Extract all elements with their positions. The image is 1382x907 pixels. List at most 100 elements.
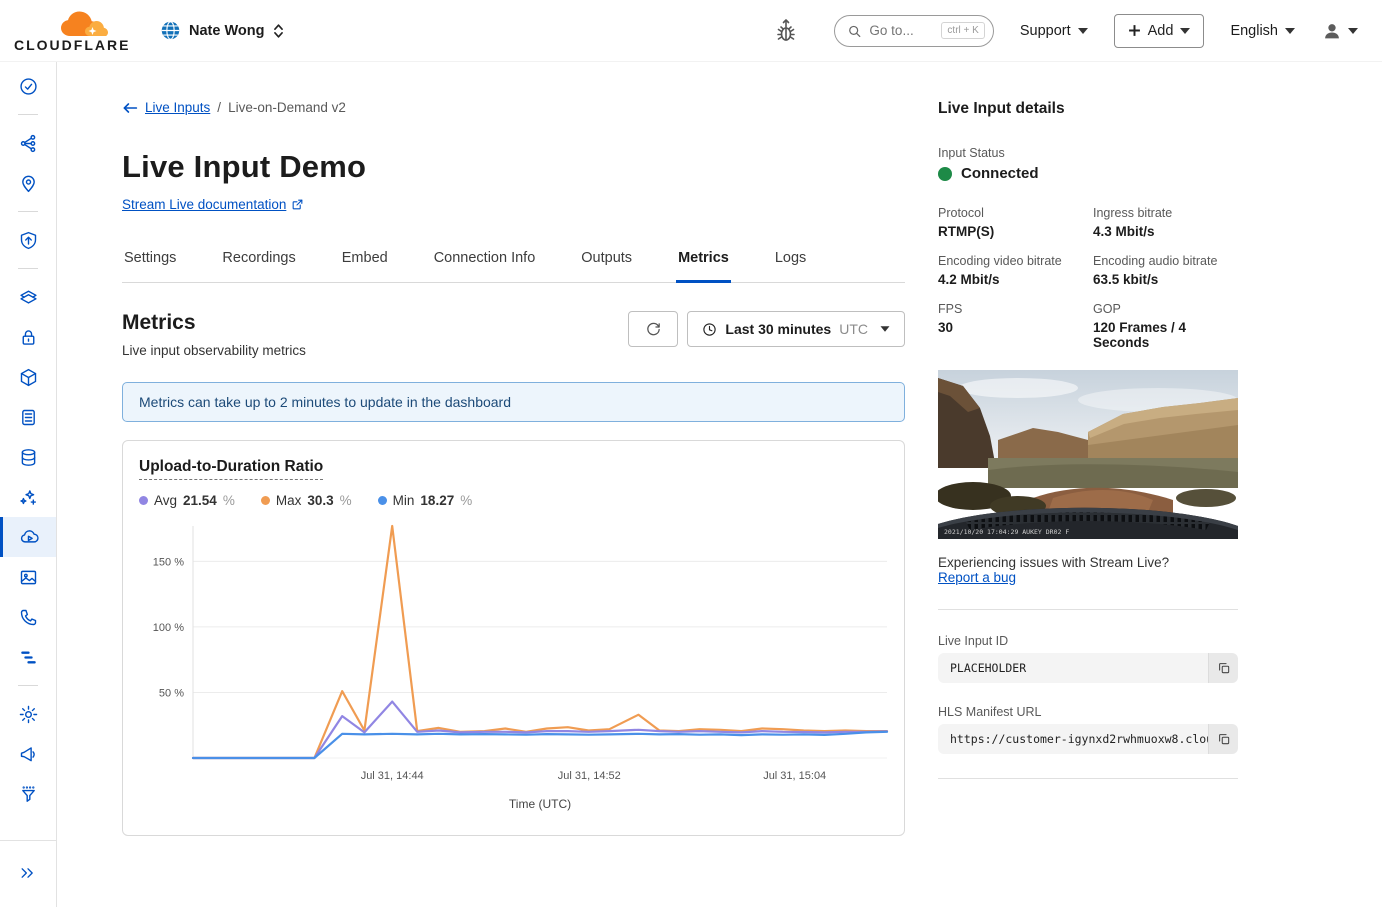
stream-icon: [19, 527, 40, 548]
back-arrow-icon[interactable]: [122, 101, 138, 115]
sidebar-item-tasks[interactable]: [0, 637, 56, 677]
sidebar-item-layers[interactable]: [0, 277, 56, 317]
sidebar-item-megaphone[interactable]: [0, 734, 56, 774]
report-a-bug-link[interactable]: Report a bug: [938, 570, 1016, 585]
tab-connection-info[interactable]: Connection Info: [432, 240, 538, 282]
live-input-id-value: PLACEHOLDER: [938, 653, 1208, 683]
tab-recordings[interactable]: Recordings: [220, 240, 297, 282]
network-icon: [18, 133, 39, 154]
field-label: Encoding video bitrate: [938, 254, 1083, 268]
tab-outputs[interactable]: Outputs: [579, 240, 634, 282]
tab-embed[interactable]: Embed: [340, 240, 390, 282]
chevron-down-icon: [1285, 28, 1295, 34]
sidebar-item-history[interactable]: [0, 66, 56, 106]
sidebar-item-stream[interactable]: [0, 517, 56, 557]
field-label: GOP: [1093, 302, 1238, 316]
detail-field-gop: GOP120 Frames / 4 Seconds: [1093, 302, 1238, 350]
breadcrumb-live-inputs-link[interactable]: Live Inputs: [145, 100, 210, 115]
funnel-icon: [18, 784, 39, 805]
field-label: Ingress bitrate: [1093, 206, 1238, 220]
language-menu[interactable]: English: [1230, 23, 1295, 39]
field-value: 63.5 kbit/s: [1093, 272, 1238, 287]
legend-item-max[interactable]: Max 30.3 %: [261, 493, 352, 508]
timezone-label: UTC: [839, 321, 868, 337]
package-icon: [18, 367, 39, 388]
svg-text:Time (UTC): Time (UTC): [509, 797, 571, 811]
copy-hls-url-button[interactable]: [1208, 724, 1238, 754]
info-banner: Metrics can take up to 2 minutes to upda…: [122, 382, 905, 422]
tab-logs[interactable]: Logs: [773, 240, 808, 282]
copy-icon: [1217, 661, 1231, 675]
time-range-selector[interactable]: Last 30 minutes UTC: [687, 311, 905, 347]
sidebar-collapse-button[interactable]: [0, 853, 56, 893]
tab-metrics[interactable]: Metrics: [676, 240, 731, 283]
detail-grid: ProtocolRTMP(S)Ingress bitrate4.3 Mbit/s…: [938, 206, 1238, 350]
global-search[interactable]: ctrl + K: [834, 15, 994, 47]
sidebar-item-lock[interactable]: [0, 317, 56, 357]
tasks-icon: [18, 647, 39, 668]
cloudflare-logo[interactable]: CLOUDFLARE: [14, 10, 132, 52]
divider: [938, 609, 1238, 610]
legend-item-min[interactable]: Min 18.27 %: [378, 493, 473, 508]
shield-arrow-icon: [18, 230, 39, 251]
field-value: 4.3 Mbit/s: [1093, 224, 1238, 239]
support-label: Support: [1020, 23, 1071, 39]
sidebar-item-network[interactable]: [0, 123, 56, 163]
search-icon: [847, 23, 862, 39]
user-avatar-icon: [1321, 20, 1343, 42]
chevron-down-icon: [1348, 28, 1358, 34]
detail-field-ingress-bitrate: Ingress bitrate 4.3 Mbit/s: [1093, 206, 1238, 239]
layers-icon: [18, 287, 39, 308]
account-switcher[interactable]: Nate Wong: [160, 20, 285, 41]
hls-manifest-url-value: https://customer-igynxd2rwhmuoxw8.cloudf: [938, 724, 1208, 754]
sidebar-item-database[interactable]: [0, 437, 56, 477]
add-button[interactable]: Add: [1114, 14, 1205, 48]
refresh-icon: [645, 321, 662, 338]
svg-text:Jul 31, 14:52: Jul 31, 14:52: [558, 770, 621, 782]
svg-text:150 %: 150 %: [153, 556, 184, 568]
metrics-heading: Metrics: [122, 311, 306, 335]
sidebar-divider: [18, 685, 38, 686]
external-link-icon: [291, 198, 304, 211]
legend-series-name: Avg: [154, 493, 177, 508]
chart-card: Upload-to-Duration Ratio Avg 21.54 %Max …: [122, 440, 905, 836]
hls-manifest-url-label: HLS Manifest URL: [938, 705, 1238, 719]
input-status-label: Input Status: [938, 146, 1238, 160]
report-bug-button[interactable]: [774, 18, 798, 44]
sidebar-item-package[interactable]: [0, 357, 56, 397]
support-menu[interactable]: Support: [1020, 23, 1088, 39]
ai-sparkles-icon: [18, 487, 39, 508]
legend-series-unit: %: [340, 493, 352, 508]
sidebar-item-funnel[interactable]: [0, 774, 56, 814]
status-badge: Connected: [961, 165, 1039, 182]
stream-documentation-link[interactable]: Stream Live documentation: [122, 197, 304, 212]
hls-manifest-url-field: https://customer-igynxd2rwhmuoxw8.cloudf: [938, 724, 1238, 754]
search-input[interactable]: [869, 23, 933, 38]
chart-legend: Avg 21.54 % Max 30.3 % Min 18.27 %: [139, 493, 888, 508]
sidebar-item-ai-sparkles[interactable]: [0, 477, 56, 517]
svg-text:Jul 31, 15:04: Jul 31, 15:04: [763, 770, 826, 782]
live-input-id-field: PLACEHOLDER: [938, 653, 1238, 683]
sidebar-item-gear[interactable]: [0, 694, 56, 734]
megaphone-icon: [18, 744, 39, 765]
sidebar-item-location-pin[interactable]: [0, 163, 56, 203]
sidebar-divider: [18, 268, 38, 269]
user-menu[interactable]: [1321, 20, 1358, 42]
copy-live-input-id-button[interactable]: [1208, 653, 1238, 683]
sidebar-item-images[interactable]: [0, 557, 56, 597]
account-name: Nate Wong: [189, 23, 264, 39]
legend-series-unit: %: [223, 493, 235, 508]
live-input-id-label: Live Input ID: [938, 634, 1238, 648]
preview-timestamp: 2021/10/20 17:04:29 AUKEY DR02 F: [944, 528, 1069, 536]
upload-duration-chart[interactable]: 50 %100 %150 %Jul 31, 14:44Jul 31, 14:52…: [139, 516, 899, 816]
breadcrumb: Live Inputs / Live-on-Demand v2: [122, 100, 905, 115]
chevron-down-icon: [1078, 28, 1088, 34]
refresh-button[interactable]: [628, 311, 678, 347]
sidebar-item-shield-arrow[interactable]: [0, 220, 56, 260]
sidebar-item-server[interactable]: [0, 397, 56, 437]
legend-dot: [261, 496, 270, 505]
tab-settings[interactable]: Settings: [122, 240, 178, 282]
bug-arrow-icon: [774, 18, 798, 44]
sidebar-item-phone[interactable]: [0, 597, 56, 637]
legend-item-avg[interactable]: Avg 21.54 %: [139, 493, 235, 508]
